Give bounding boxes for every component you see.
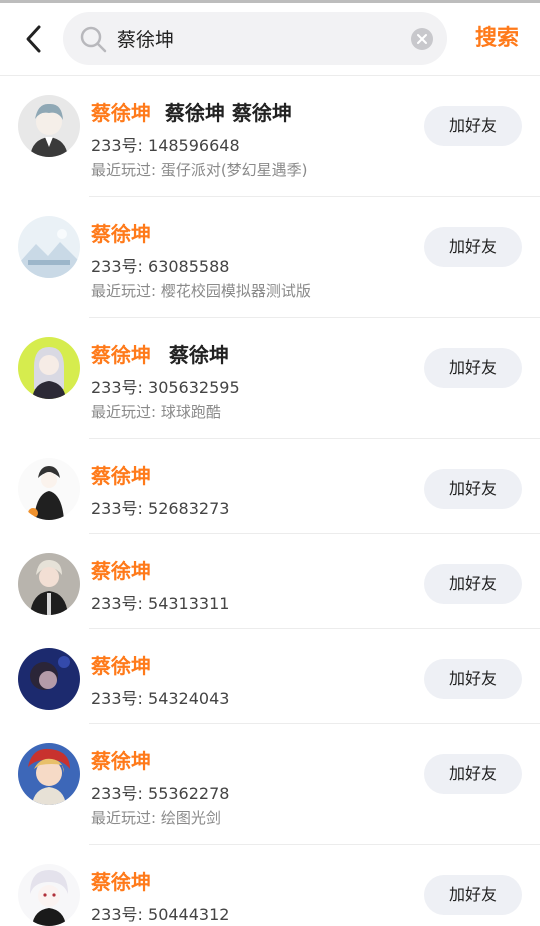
avatar xyxy=(18,337,80,399)
user-name-extra: 蔡徐坤 xyxy=(169,343,229,367)
user-name: 蔡徐坤 xyxy=(91,101,151,125)
search-input[interactable] xyxy=(117,12,397,65)
last-played: 最近玩过: 绘图光剑 xyxy=(91,809,221,827)
last-played: 最近玩过: 樱花校园模拟器测试版 xyxy=(91,282,311,300)
avatar xyxy=(18,743,80,805)
user-result-row[interactable]: 蔡徐坤 233号: 54313311 加好友 xyxy=(0,534,540,629)
user-name-line: 蔡徐坤 蔡徐坤 xyxy=(91,339,229,368)
add-friend-button[interactable]: 加好友 xyxy=(424,659,522,699)
search-header: 搜索 xyxy=(0,3,540,75)
avatar xyxy=(18,553,80,615)
user-name-line: 蔡徐坤 xyxy=(91,650,151,679)
add-friend-button[interactable]: 加好友 xyxy=(424,875,522,915)
user-result-row[interactable]: 蔡徐坤 233号: 52683273 加好友 xyxy=(0,439,540,534)
user-name: 蔡徐坤 xyxy=(91,343,151,367)
back-button[interactable] xyxy=(18,21,52,57)
user-name-line: 蔡徐坤 xyxy=(91,866,151,895)
user-name-line: 蔡徐坤 xyxy=(91,218,151,247)
user-id: 233号: 50444312 xyxy=(91,905,230,924)
user-name: 蔡徐坤 xyxy=(91,654,151,678)
user-name-line: 蔡徐坤 xyxy=(91,460,151,489)
close-icon xyxy=(417,34,427,44)
user-result-row[interactable]: 蔡徐坤 233号: 63085588 最近玩过: 樱花校园模拟器测试版 加好友 xyxy=(0,197,540,318)
add-friend-button[interactable]: 加好友 xyxy=(424,469,522,509)
user-id: 233号: 55362278 xyxy=(91,784,230,803)
avatar xyxy=(18,864,80,926)
avatar xyxy=(18,216,80,278)
search-icon xyxy=(80,26,107,53)
search-box[interactable] xyxy=(63,12,447,65)
user-result-row[interactable]: 蔡徐坤 蔡徐坤 233号: 305632595 最近玩过: 球球跑酷 加好友 xyxy=(0,318,540,439)
search-submit-button[interactable]: 搜索 xyxy=(462,21,532,57)
user-id: 233号: 52683273 xyxy=(91,499,230,518)
user-name: 蔡徐坤 xyxy=(91,464,151,488)
user-name: 蔡徐坤 xyxy=(91,222,151,246)
add-friend-button[interactable]: 加好友 xyxy=(424,348,522,388)
user-result-row[interactable]: 蔡徐坤 蔡徐坤 蔡徐坤 233号: 148596648 最近玩过: 蛋仔派对(梦幻… xyxy=(0,76,540,197)
avatar xyxy=(18,458,80,520)
last-played: 最近玩过: 球球跑酷 xyxy=(91,403,221,421)
user-name: 蔡徐坤 xyxy=(91,870,151,894)
user-name-line: 蔡徐坤 xyxy=(91,745,151,774)
avatar xyxy=(18,95,80,157)
add-friend-button[interactable]: 加好友 xyxy=(424,564,522,604)
avatar xyxy=(18,648,80,710)
user-result-row[interactable]: 蔡徐坤 233号: 50444312 加好友 xyxy=(0,845,540,926)
user-name: 蔡徐坤 xyxy=(91,559,151,583)
add-friend-button[interactable]: 加好友 xyxy=(424,227,522,267)
user-name-extra: 蔡徐坤 蔡徐坤 xyxy=(165,101,292,125)
back-arrow-icon xyxy=(26,25,41,53)
add-friend-button[interactable]: 加好友 xyxy=(424,106,522,146)
user-id: 233号: 54313311 xyxy=(91,594,230,613)
user-id: 233号: 54324043 xyxy=(91,689,230,708)
user-name-line: 蔡徐坤 xyxy=(91,555,151,584)
add-friend-button[interactable]: 加好友 xyxy=(424,754,522,794)
clear-search-button[interactable] xyxy=(411,28,433,50)
user-name-line: 蔡徐坤 蔡徐坤 蔡徐坤 xyxy=(91,97,292,126)
user-result-row[interactable]: 蔡徐坤 233号: 55362278 最近玩过: 绘图光剑 加好友 xyxy=(0,724,540,845)
user-id: 233号: 148596648 xyxy=(91,136,240,155)
user-name: 蔡徐坤 xyxy=(91,749,151,773)
user-id: 233号: 63085588 xyxy=(91,257,230,276)
last-played: 最近玩过: 蛋仔派对(梦幻星遇季) xyxy=(91,161,308,179)
user-result-row[interactable]: 蔡徐坤 233号: 54324043 加好友 xyxy=(0,629,540,724)
user-id: 233号: 305632595 xyxy=(91,378,240,397)
